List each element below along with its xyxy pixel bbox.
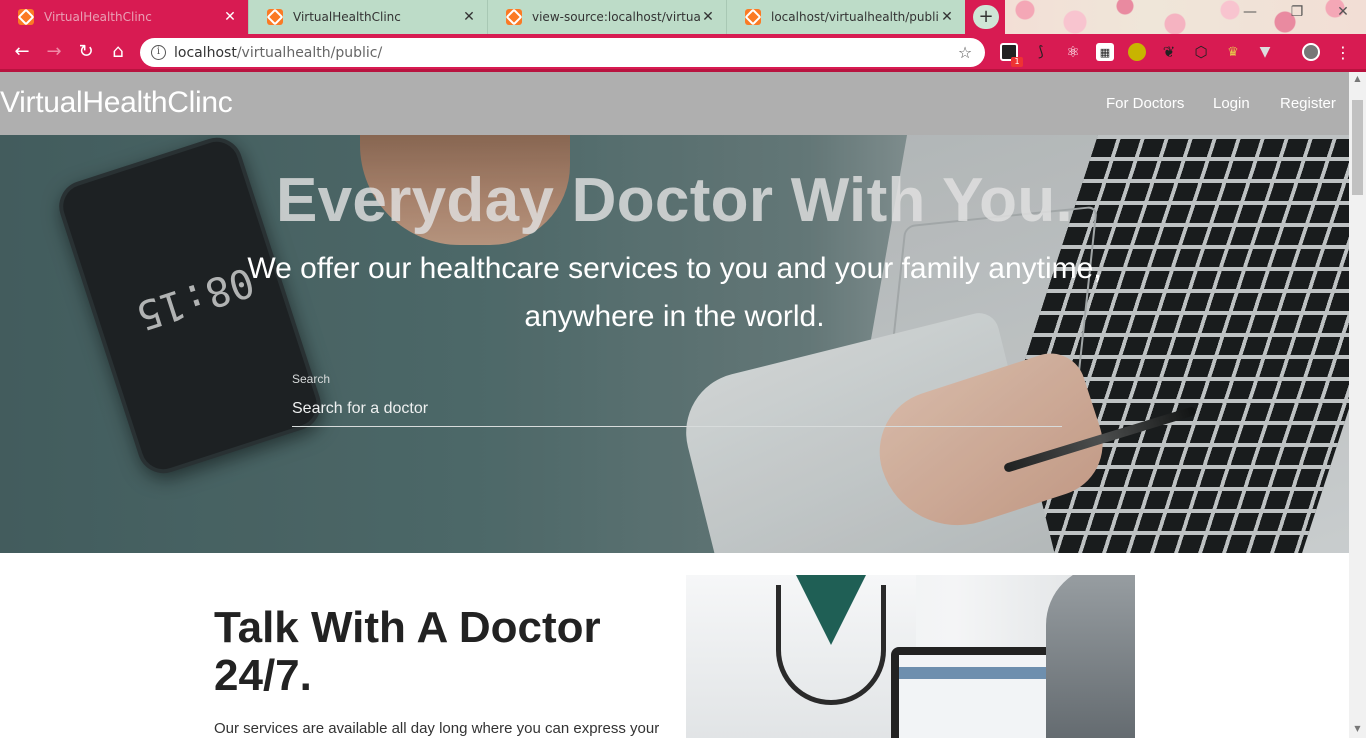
scroll-up-arrow-icon[interactable]: ▲ [1349, 74, 1366, 83]
xampp-favicon-icon [18, 9, 34, 25]
scrollbar-thumb[interactable] [1352, 100, 1363, 195]
nav-link-register[interactable]: Register [1280, 95, 1336, 112]
browser-toolbar: ← → ↻ ⌂ i localhost/virtualhealth/public… [0, 34, 1366, 70]
doctor-with-tablet-image [686, 575, 1135, 738]
xampp-favicon-icon [745, 9, 761, 25]
site-navbar: VirtualHealthClinc For Doctors Login Reg… [0, 72, 1349, 135]
close-tab-icon[interactable]: ✕ [939, 9, 955, 25]
close-tab-icon[interactable]: ✕ [222, 9, 238, 25]
reload-icon[interactable]: ↻ [74, 40, 98, 64]
tab-title: localhost/virtualhealth/public/css [771, 10, 939, 24]
extension-crown-icon[interactable]: ♛ [1224, 43, 1242, 61]
close-tab-icon[interactable]: ✕ [700, 9, 716, 25]
extension-notification-badge: 1 [1011, 57, 1023, 67]
forward-arrow-icon[interactable]: → [42, 40, 66, 64]
extension-gnome-icon[interactable]: ❦ [1160, 43, 1178, 61]
doctor-search-input[interactable] [292, 391, 1062, 427]
profile-avatar[interactable] [1302, 43, 1320, 61]
close-window-button[interactable]: ✕ [1328, 4, 1358, 20]
extension-cube-icon[interactable]: ⬡ [1192, 43, 1210, 61]
extension-redux-icon[interactable]: ⟆ [1032, 43, 1050, 61]
site-info-icon[interactable]: i [151, 45, 166, 60]
stethoscope-shape [776, 585, 886, 705]
tab-title: VirtualHealthClinc [44, 10, 152, 24]
browser-tab[interactable]: VirtualHealthClinc ✕ [248, 0, 487, 34]
tab-title: view-source:localhost/virtualheal [532, 10, 700, 24]
tab-title: VirtualHealthClinc [293, 10, 401, 24]
url-host: localhost [174, 44, 237, 61]
address-url[interactable]: localhost/virtualhealth/public/ [174, 45, 953, 61]
nav-link-for-doctors[interactable]: For Doctors [1106, 95, 1184, 112]
extension-shield-icon[interactable] [1128, 43, 1146, 61]
address-bar[interactable]: i localhost/virtualhealth/public/ ☆ [140, 38, 985, 67]
web-page: VirtualHealthClinc For Doctors Login Reg… [0, 72, 1349, 738]
page-scrollbar[interactable]: ▲ ▼ [1349, 72, 1366, 738]
browser-tab[interactable]: localhost/virtualhealth/public/css ✕ [726, 0, 965, 34]
browser-menu-icon[interactable]: ⋮ [1334, 43, 1352, 62]
new-tab-button[interactable]: + [973, 5, 999, 29]
restore-window-button[interactable]: ❐ [1282, 4, 1312, 20]
hero-section: 08:15 Everyday Doctor With You. We offer… [0, 135, 1349, 553]
patient-shape [1046, 575, 1135, 738]
scroll-down-arrow-icon[interactable]: ▼ [1349, 724, 1366, 733]
close-tab-icon[interactable]: ✕ [461, 9, 477, 25]
hero-title: Everyday Doctor With You. [275, 166, 1074, 235]
home-icon[interactable]: ⌂ [106, 40, 130, 64]
url-path: /virtualhealth/public/ [236, 44, 383, 61]
bookmark-star-icon[interactable]: ☆ [953, 43, 977, 62]
browser-tab-strip: VirtualHealthClinc ✕ VirtualHealthClinc … [0, 0, 1366, 34]
search-label: Search [292, 372, 331, 386]
site-brand-logo[interactable]: VirtualHealthClinc [0, 86, 233, 120]
browser-tab-active[interactable]: VirtualHealthClinc ✕ [0, 0, 248, 34]
hero-subtitle: We offer our healthcare services to you … [247, 252, 1102, 333]
extension-vue-icon[interactable]: ▼ [1256, 43, 1274, 61]
xampp-favicon-icon [267, 9, 283, 25]
xampp-favicon-icon [506, 9, 522, 25]
extension-react-icon[interactable]: ⚛ [1064, 43, 1082, 61]
minimize-window-button[interactable]: — [1235, 4, 1265, 20]
extension-qr-icon[interactable]: ▦ [1096, 43, 1114, 61]
section-description: Our services are available all day long … [214, 720, 660, 737]
section-title: Talk With A Doctor 24/7. [214, 603, 601, 700]
browser-tab[interactable]: view-source:localhost/virtualheal ✕ [487, 0, 726, 34]
nav-link-login[interactable]: Login [1213, 95, 1250, 112]
back-arrow-icon[interactable]: ← [10, 40, 34, 64]
